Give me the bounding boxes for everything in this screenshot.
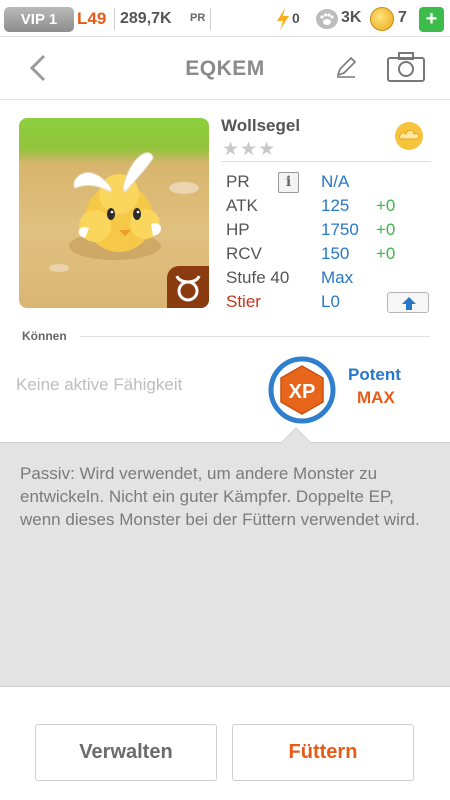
- camera-icon[interactable]: [386, 51, 426, 83]
- arrow-up-icon: [402, 297, 416, 310]
- no-active-skill-text: Keine aktive Fähigkeit: [16, 375, 183, 394]
- stat-label-rcv: RCV: [226, 244, 262, 263]
- xp-badge-label: XP: [289, 381, 316, 403]
- divider: [80, 336, 430, 337]
- player-level: L49: [77, 9, 107, 28]
- taurus-icon: [167, 266, 209, 308]
- stat-label-atk: ATK: [226, 196, 258, 215]
- skills-heading: Können: [22, 329, 67, 343]
- manage-button[interactable]: Verwalten: [35, 724, 217, 781]
- stat-value-atk: 125: [321, 196, 350, 215]
- monster-name: Wollsegel: [221, 116, 301, 135]
- stat-label-sign: Stier: [226, 292, 261, 311]
- stat-label-pr: PR: [226, 172, 250, 191]
- paw-icon: [316, 9, 338, 29]
- power-value: 289,7K: [120, 10, 172, 27]
- stat-bonus-atk: +0: [376, 196, 396, 215]
- page-title: EQKEM: [185, 57, 265, 80]
- coin-icon: [370, 7, 394, 31]
- vip-badge[interactable]: VIP 1: [4, 7, 74, 32]
- header: EQKEM: [0, 37, 450, 100]
- divider: [210, 8, 211, 30]
- info-icon[interactable]: i: [278, 172, 299, 193]
- upgrade-button[interactable]: [387, 292, 429, 313]
- stat-value-hp: 1750: [321, 220, 359, 239]
- paw-count: 3K: [341, 9, 362, 26]
- energy-count: 0: [292, 10, 300, 26]
- passive-description: Passiv: Wird verwendet, um andere Monste…: [20, 464, 420, 529]
- stat-label-hp: HP: [226, 220, 250, 239]
- stat-value-level: Max: [321, 268, 354, 287]
- lightning-icon: [277, 8, 289, 30]
- xp-skill-icon[interactable]: XP: [268, 356, 336, 424]
- stat-value-rcv: 150: [321, 244, 350, 263]
- cloud-element-icon: [395, 122, 423, 150]
- monster-portrait: [19, 118, 209, 308]
- feed-button[interactable]: Füttern: [232, 724, 414, 781]
- stat-label-level: Stufe 40: [226, 268, 290, 287]
- passive-skill-level: MAX: [357, 388, 395, 407]
- stat-bonus-hp: +0: [376, 220, 396, 239]
- coin-count: 7: [398, 9, 407, 26]
- divider: [221, 161, 431, 162]
- add-coins-button[interactable]: +: [419, 7, 444, 32]
- star-rating: ★★★: [222, 139, 277, 160]
- status-bar: VIP 1 L49 289,7K PR 0 3K 7 +: [0, 0, 450, 37]
- stat-bonus-rcv: +0: [376, 244, 396, 263]
- power-unit: PR: [190, 12, 206, 24]
- passive-skill-name: Potent: [348, 365, 401, 384]
- divider: [114, 8, 115, 30]
- pencil-icon[interactable]: [334, 55, 358, 79]
- stat-value-pr: N/A: [321, 172, 350, 191]
- stat-value-sign: L0: [321, 292, 340, 311]
